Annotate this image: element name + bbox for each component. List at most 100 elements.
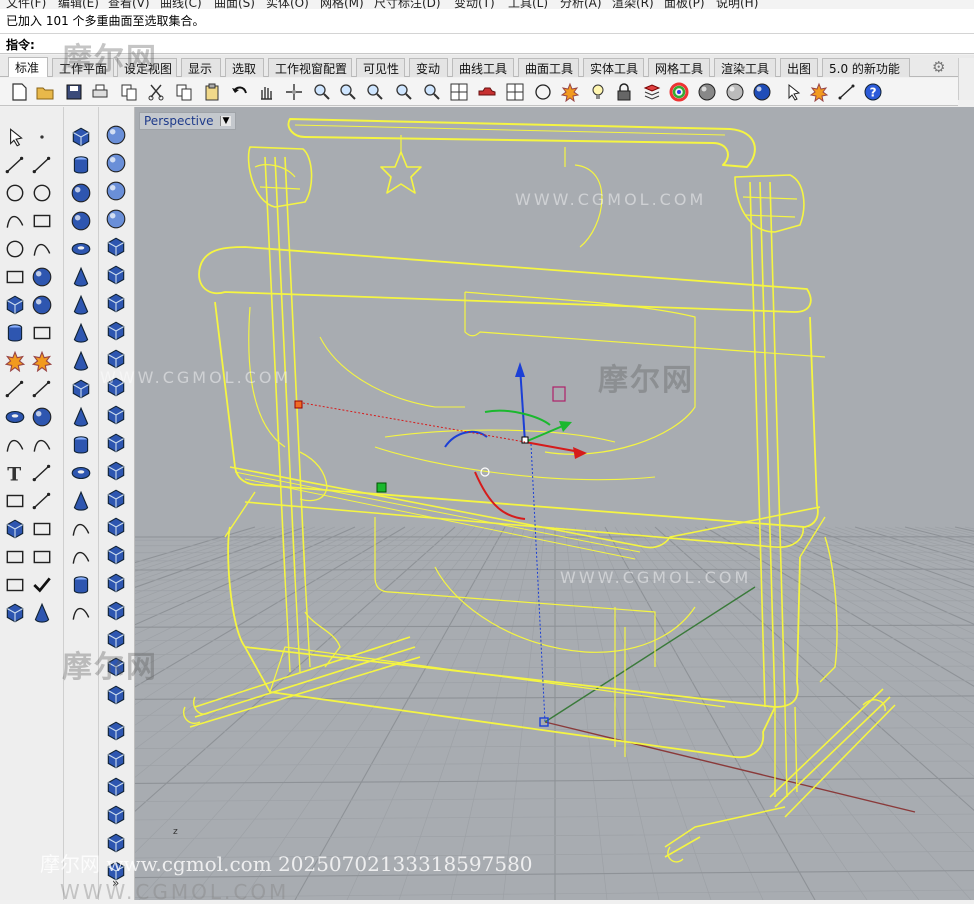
solid-tool-icon[interactable] [104, 179, 128, 203]
help-icon[interactable]: ? [862, 81, 884, 103]
trim-icon[interactable] [3, 377, 27, 401]
tab-3[interactable]: 显示 [181, 58, 221, 77]
solid-tool-icon[interactable] [104, 803, 128, 827]
tab-9[interactable]: 曲面工具 [518, 58, 579, 77]
array-icon[interactable] [30, 517, 54, 541]
solid-cyl-icon[interactable] [69, 433, 93, 457]
crib-wireframe[interactable] [184, 119, 895, 862]
menu-item[interactable]: 实体(O) [266, 0, 309, 9]
arc-icon[interactable] [3, 209, 27, 233]
tab-12[interactable]: 渲染工具 [714, 58, 776, 77]
lock-icon[interactable] [613, 81, 635, 103]
polygon-icon[interactable] [3, 237, 27, 261]
solid-tool-icon[interactable] [104, 403, 128, 427]
new-file-icon[interactable] [8, 81, 30, 103]
pan-hand-icon[interactable] [255, 81, 277, 103]
freeform-curve-icon[interactable] [30, 237, 54, 261]
group-icon[interactable] [3, 489, 27, 513]
solid-tool-icon[interactable] [104, 487, 128, 511]
zoom-selected-icon[interactable] [393, 81, 415, 103]
solid-tool-icon[interactable] [104, 627, 128, 651]
move-icon[interactable] [283, 81, 305, 103]
menu-item[interactable]: 网格(M) [320, 0, 364, 9]
point-icon[interactable] [30, 125, 54, 149]
solid-cone-icon[interactable] [69, 321, 93, 345]
solid-curve-icon[interactable] [69, 545, 93, 569]
explode-icon[interactable] [30, 349, 54, 373]
solid-tool-icon[interactable] [104, 431, 128, 455]
tab-2[interactable]: 设定视图 [117, 58, 177, 77]
sphere-cluster-icon[interactable] [30, 405, 54, 429]
copy-icon[interactable] [173, 81, 195, 103]
boolean-icon[interactable] [3, 405, 27, 429]
array-grid-icon[interactable] [3, 545, 27, 569]
solid-tool-icon[interactable] [104, 207, 128, 231]
solid-sphere-icon[interactable] [69, 209, 93, 233]
rotate-view-icon[interactable] [421, 81, 443, 103]
sphere-rendered-icon[interactable] [724, 81, 746, 103]
edit-icon[interactable] [30, 489, 54, 513]
menu-item[interactable]: 编辑(E) [58, 0, 99, 9]
import-icon[interactable] [118, 81, 140, 103]
cylinder-icon[interactable] [3, 321, 27, 345]
menu-item[interactable]: 分析(A) [560, 0, 602, 9]
solid-tool-icon[interactable] [104, 375, 128, 399]
cut-icon[interactable] [145, 81, 167, 103]
viewport-menu-arrow-icon[interactable]: ▼ [220, 116, 232, 126]
solid-cone-icon[interactable] [69, 489, 93, 513]
paste-icon[interactable] [201, 81, 223, 103]
fillet-icon[interactable] [3, 433, 27, 457]
viewport-layout-icon[interactable] [448, 81, 470, 103]
solid-tool-icon[interactable] [104, 775, 128, 799]
analyze-icon[interactable] [3, 573, 27, 597]
pen-icon[interactable] [782, 81, 804, 103]
polyline-icon[interactable] [3, 153, 27, 177]
menu-item[interactable]: 尺寸标注(D) [374, 0, 441, 9]
dimension-icon[interactable] [836, 81, 858, 103]
command-prompt[interactable]: 指令: [0, 34, 974, 54]
solid-cube-icon[interactable] [69, 125, 93, 149]
zoom-window-icon[interactable] [337, 81, 359, 103]
solid-curve-icon[interactable] [69, 601, 93, 625]
solid-sphere-icon[interactable] [69, 181, 93, 205]
viewport-canvas[interactable]: z [135, 107, 974, 900]
open-folder-icon[interactable] [34, 81, 56, 103]
render-icon[interactable] [3, 601, 27, 625]
check-icon[interactable] [30, 573, 54, 597]
solid-cube-icon[interactable] [69, 377, 93, 401]
tab-5[interactable]: 工作视窗配置 [268, 58, 352, 77]
rectangle-icon[interactable] [30, 209, 54, 233]
text-icon[interactable]: T [3, 461, 27, 485]
menu-item[interactable]: 说明(H) [716, 0, 758, 9]
snap-icon[interactable] [559, 81, 581, 103]
cplane-icon[interactable] [504, 81, 526, 103]
solid-tool-icon[interactable] [104, 571, 128, 595]
surface-icon[interactable] [30, 321, 54, 345]
menu-item[interactable]: 工具(L) [508, 0, 548, 9]
solid-torus-icon[interactable] [69, 237, 93, 261]
tab-11[interactable]: 网格工具 [648, 58, 710, 77]
undo-icon[interactable] [229, 81, 251, 103]
solid-tool-icon[interactable] [104, 599, 128, 623]
tab-8[interactable]: 曲线工具 [452, 58, 514, 77]
blend-icon[interactable] [30, 433, 54, 457]
tab-1[interactable]: 工作平面 [52, 58, 114, 77]
menu-item[interactable]: 曲线(C) [160, 0, 202, 9]
tab-settings-icon[interactable]: ⚙ [932, 58, 945, 76]
zoom-icon[interactable] [311, 81, 333, 103]
solid-cyl-icon[interactable] [69, 573, 93, 597]
menu-item[interactable]: 曲面(S) [214, 0, 255, 9]
car-icon[interactable] [476, 81, 498, 103]
box-icon[interactable] [3, 293, 27, 317]
solid-tool-icon[interactable] [104, 747, 128, 771]
solid-curve-icon[interactable] [69, 517, 93, 541]
menu-item[interactable]: 面板(P) [664, 0, 705, 9]
menu-item[interactable]: 文件(F) [6, 0, 46, 9]
solid-tool-icon[interactable] [104, 347, 128, 371]
solid-cyl-icon[interactable] [69, 153, 93, 177]
solid-tool-icon[interactable] [104, 459, 128, 483]
solid-tool-icon[interactable] [104, 319, 128, 343]
solid-cone-icon[interactable] [69, 293, 93, 317]
sphere-solid-icon[interactable] [30, 293, 54, 317]
solid-tool-icon[interactable] [104, 263, 128, 287]
